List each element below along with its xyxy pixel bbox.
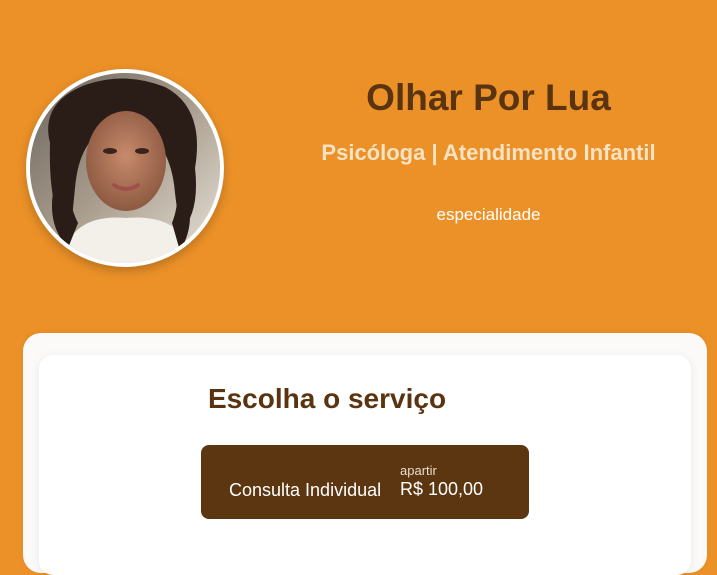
- profile-photo: [30, 73, 220, 263]
- profile-subtitle: Psicóloga | Atendimento Infantil: [321, 140, 656, 165]
- specialty-label: especialidade: [436, 205, 541, 224]
- profile-avatar: [26, 69, 224, 267]
- profile-header: Olhar Por Lua Psicóloga | Atendimento In…: [0, 0, 717, 335]
- services-title: Escolha o serviço: [39, 382, 691, 416]
- service-price-label: apartir: [400, 463, 437, 478]
- service-button-consulta-individual[interactable]: Consulta Individual apartir R$ 100,00: [201, 445, 529, 519]
- services-card: Escolha o serviço Consulta Individual ap…: [39, 355, 691, 575]
- service-price: R$ 100,00: [400, 479, 484, 499]
- services-title-text: Escolha o serviço: [207, 383, 447, 414]
- profile-name: Olhar Por Lua: [366, 77, 611, 118]
- services-panel: Escolha o serviço Consulta Individual ap…: [23, 333, 707, 575]
- service-name: Consulta Individual: [229, 480, 382, 500]
